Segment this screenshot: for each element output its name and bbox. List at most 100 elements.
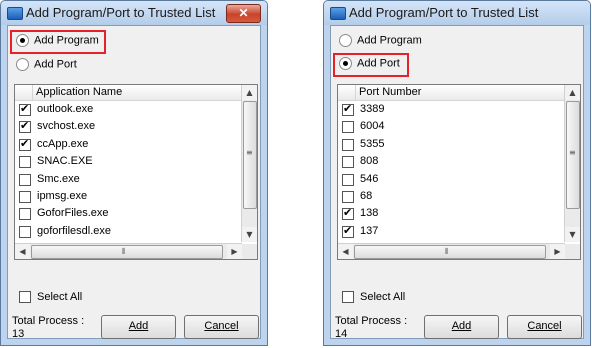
title-bar[interactable]: Add Program/Port to Trusted List (324, 1, 590, 25)
list-item[interactable]: goforfilesdl.exe (15, 223, 242, 240)
item-checkbox[interactable] (19, 208, 31, 221)
item-checkbox[interactable] (19, 102, 31, 116)
scroll-left-arrow-icon[interactable]: ◀ (15, 244, 30, 259)
close-button[interactable]: ✕ (226, 4, 261, 23)
total-process: Total Process : 14 (335, 315, 407, 341)
dialog-title: Add Program/Port to Trusted List (349, 5, 539, 20)
item-checkbox[interactable] (19, 156, 31, 169)
item-checkbox[interactable] (19, 173, 31, 186)
horizontal-scrollbar[interactable]: ◀ ⦀ ▶ (338, 243, 565, 259)
window-app-icon (7, 7, 23, 20)
select-all[interactable]: Select All (19, 291, 82, 305)
list-item[interactable]: 445 (338, 240, 565, 241)
list-item[interactable]: 6004 (338, 118, 565, 135)
vertical-scrollbar[interactable]: ▲ ≡ ▼ (564, 85, 580, 242)
scroll-left-arrow-icon[interactable]: ◀ (338, 244, 353, 259)
item-checkbox[interactable] (19, 225, 31, 238)
item-checkbox[interactable] (342, 206, 354, 221)
scroll-up-arrow-icon[interactable]: ▲ (242, 85, 257, 100)
close-icon: ✕ (238, 6, 249, 20)
item-checkbox[interactable] (342, 224, 354, 238)
column-header-port-number[interactable]: Port Number (359, 86, 421, 98)
list-item[interactable]: ccApp.exe (15, 136, 242, 153)
item-label: svchost.exe (37, 120, 96, 133)
grip-icon: ⦀ (445, 247, 449, 256)
list-item[interactable]: 137 (338, 223, 565, 240)
list-item[interactable]: SNAC.EXE (15, 153, 242, 170)
scroll-right-arrow-icon[interactable]: ▶ (227, 244, 242, 259)
select-all-label: Select All (37, 291, 83, 304)
vertical-scrollbar[interactable]: ▲ ≡ ▼ (241, 85, 257, 242)
scroll-down-arrow-icon[interactable]: ▼ (242, 227, 257, 242)
item-label: 808 (360, 155, 379, 168)
list-item[interactable]: 138 (338, 205, 565, 222)
item-checkbox[interactable] (342, 121, 354, 134)
item-checkbox[interactable] (19, 137, 31, 151)
total-process-label: Total Process : (12, 315, 85, 327)
port-list: Port Number 3389 6004 5355 808 546 68 138 137 44… (337, 84, 581, 260)
dialog-title: Add Program/Port to Trusted List (26, 5, 216, 20)
radio-label: Add Port (34, 58, 77, 71)
header-check-column[interactable] (15, 85, 33, 100)
cancel-button[interactable]: Cancel (507, 315, 582, 339)
list-item[interactable]: SMSvcHost.exe (15, 240, 242, 241)
radio-add-port[interactable]: Add Port (16, 58, 77, 74)
item-label: goforfilesdl.exe (37, 224, 111, 237)
list-item[interactable]: 546 (338, 171, 565, 188)
item-checkbox[interactable] (342, 138, 354, 151)
list-item[interactable]: 3389 (338, 101, 565, 118)
scroll-down-arrow-icon[interactable]: ▼ (565, 227, 580, 242)
select-all-checkbox[interactable] (19, 291, 31, 304)
header-check-column[interactable] (338, 85, 356, 100)
scroll-thumb[interactable]: ≡ (566, 101, 580, 209)
list-item[interactable]: GoforFiles.exe (15, 205, 242, 222)
window-app-icon (330, 7, 346, 20)
list-item[interactable]: svchost.exe (15, 118, 242, 135)
item-checkbox[interactable] (342, 173, 354, 186)
add-button[interactable]: Add (101, 315, 176, 339)
horizontal-scrollbar[interactable]: ◀ ⦀ ▶ (15, 243, 242, 259)
total-process: Total Process : 13 (12, 315, 84, 341)
application-list: Application Name outlook.exe svchost.exe c… (14, 84, 258, 260)
item-label: Smc.exe (37, 172, 80, 185)
item-label: 6004 (360, 120, 385, 133)
item-label: 3389 (360, 103, 385, 115)
scroll-right-arrow-icon[interactable]: ▶ (550, 244, 565, 259)
list-item[interactable]: ipmsg.exe (15, 188, 242, 205)
list-header: Port Number (338, 85, 565, 101)
radio-button[interactable] (16, 58, 29, 71)
select-all[interactable]: Select All (342, 291, 405, 305)
title-bar[interactable]: Add Program/Port to Trusted List ✕ (1, 1, 267, 25)
list-item[interactable]: outlook.exe (15, 101, 242, 118)
item-label: 137 (360, 224, 379, 237)
item-checkbox[interactable] (342, 190, 354, 203)
item-checkbox[interactable] (342, 102, 354, 116)
list-item[interactable]: 5355 (338, 136, 565, 153)
select-all-checkbox[interactable] (342, 291, 354, 304)
item-checkbox[interactable] (19, 190, 31, 203)
cancel-button-label: Cancel (204, 320, 239, 332)
dialog-add-port: Add Program/Port to Trusted List Add Pro… (323, 0, 591, 346)
cancel-button[interactable]: Cancel (184, 315, 259, 339)
item-checkbox[interactable] (19, 119, 31, 134)
radio-label: Add Program (357, 34, 422, 47)
radio-button[interactable] (339, 34, 352, 47)
total-process-value: 14 (335, 328, 348, 340)
total-process-value: 13 (12, 328, 25, 340)
item-label: 546 (360, 172, 379, 185)
list-item[interactable]: 68 (338, 188, 565, 205)
list-item[interactable]: Smc.exe (15, 171, 242, 188)
add-button-label: Add (451, 320, 472, 332)
hscroll-thumb[interactable]: ⦀ (354, 245, 546, 259)
hscroll-thumb[interactable]: ⦀ (31, 245, 223, 259)
item-label: ccApp.exe (37, 137, 89, 150)
item-checkbox[interactable] (342, 156, 354, 169)
item-label: SNAC.EXE (37, 155, 93, 168)
scroll-up-arrow-icon[interactable]: ▲ (565, 85, 580, 100)
column-header-application-name[interactable]: Application Name (36, 86, 122, 98)
add-button[interactable]: Add (424, 315, 499, 339)
radio-add-program[interactable]: Add Program (339, 34, 422, 50)
scroll-thumb[interactable]: ≡ (243, 101, 257, 209)
list-item[interactable]: 808 (338, 153, 565, 170)
grip-icon: ≡ (569, 148, 576, 157)
